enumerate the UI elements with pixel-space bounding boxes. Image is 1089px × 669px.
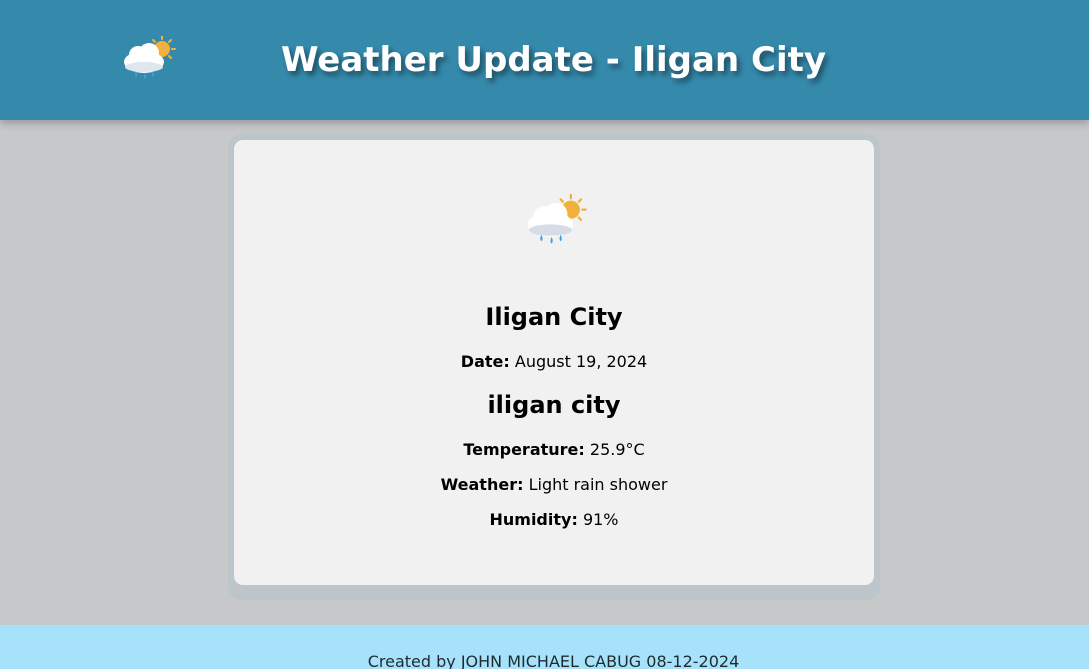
location-name: iligan city <box>487 391 621 419</box>
date-value: August 19, 2024 <box>514 352 648 371</box>
footer-credit: Created by JOHN MICHAEL CABUG 08-12-2024 <box>367 652 740 669</box>
temperature-row: Temperature: 25.9°C <box>234 439 874 461</box>
page-footer: Created by JOHN MICHAEL CABUG 08-12-2024 <box>0 625 1089 669</box>
humidity-value: 91% <box>582 510 619 529</box>
date-row: Date: August 19, 2024 <box>234 351 874 373</box>
rain-cloud-sun-icon <box>527 194 587 244</box>
temperature-label: Temperature: <box>463 440 585 459</box>
city-title: Iligan City <box>485 303 623 331</box>
page-title: Weather Update - Iligan City <box>280 40 827 80</box>
weather-row: Weather: Light rain shower <box>234 474 874 496</box>
weather-card: Iligan City Date: August 19, 2024 iligan… <box>234 140 874 585</box>
date-label: Date: <box>460 352 510 371</box>
temperature-value: 25.9°C <box>589 440 645 459</box>
page-header: Weather Update - Iligan City <box>0 0 1089 120</box>
weather-label: Weather: <box>440 475 524 494</box>
humidity-row: Humidity: 91% <box>234 509 874 531</box>
humidity-label: Humidity: <box>489 510 578 529</box>
weather-value: Light rain shower <box>528 475 668 494</box>
